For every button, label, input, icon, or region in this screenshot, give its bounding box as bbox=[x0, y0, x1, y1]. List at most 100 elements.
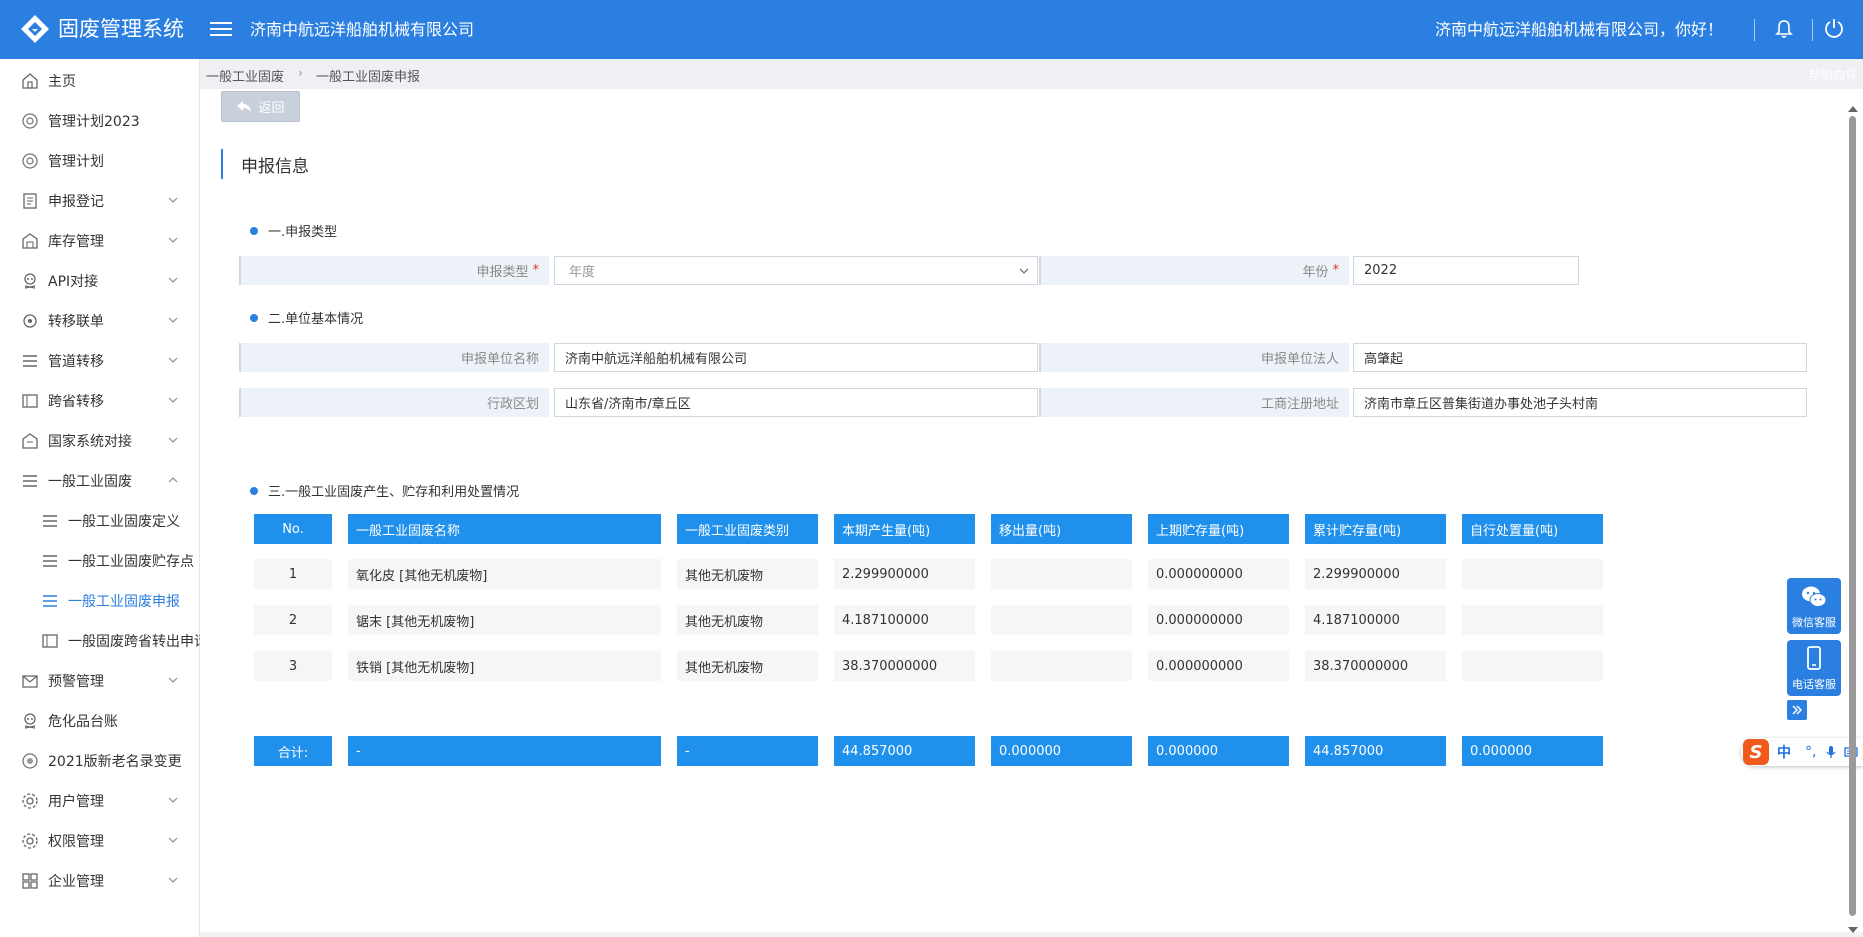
sidebar-item-plan-2023[interactable]: 管理计划2023 bbox=[0, 101, 200, 141]
table-cell bbox=[1462, 559, 1603, 589]
plan-icon bbox=[20, 151, 40, 171]
table-cell: 1 bbox=[254, 559, 332, 589]
microphone-icon[interactable] bbox=[1824, 745, 1838, 759]
home-icon bbox=[20, 71, 40, 91]
table-cell bbox=[1462, 605, 1603, 635]
sidebar-item-general-waste[interactable]: 一般工业固废 bbox=[0, 461, 200, 501]
region-field[interactable]: 山东省/济南市/章丘区 bbox=[554, 388, 1038, 417]
table-cell: 氧化皮 [其他无机废物] bbox=[348, 559, 661, 589]
menu-toggle-icon[interactable] bbox=[210, 18, 232, 40]
table-header: 一般工业固废名称 bbox=[348, 514, 661, 544]
table-cell bbox=[991, 559, 1132, 589]
sidebar-item-pipeline[interactable]: 管道转移 bbox=[0, 341, 200, 381]
phone-icon bbox=[1807, 646, 1821, 670]
ime-toolbar[interactable]: S 中 °, bbox=[1741, 738, 1863, 766]
sidebar-item-transfer[interactable]: 转移联单 bbox=[0, 301, 200, 341]
table-total-cell: 0.000000 bbox=[1148, 736, 1289, 766]
chevron-down-icon bbox=[168, 677, 178, 683]
list-icon bbox=[40, 551, 60, 571]
chevron-down-icon bbox=[168, 397, 178, 403]
scroll-thumb[interactable] bbox=[1849, 116, 1856, 916]
list-icon bbox=[40, 511, 60, 531]
chevron-down-icon bbox=[168, 317, 178, 323]
grid-icon bbox=[20, 871, 40, 891]
report-type-select[interactable]: 年度 bbox=[554, 256, 1038, 285]
sidebar-item-catalog-change[interactable]: 2021版新老名录变更 bbox=[0, 741, 200, 781]
table-total-cell: 0.000000 bbox=[991, 736, 1132, 766]
table-cell: 铁销 [其他无机废物] bbox=[348, 651, 661, 681]
ime-punctuation-toggle[interactable]: °, bbox=[1805, 744, 1816, 760]
sidebar-item-cross-province[interactable]: 跨省转移 bbox=[0, 381, 200, 421]
address-label: 工商注册地址 bbox=[1039, 388, 1349, 417]
table-cell: 2 bbox=[254, 605, 332, 635]
logo-icon bbox=[21, 15, 49, 43]
wechat-service-button[interactable]: 微信客服 bbox=[1787, 578, 1841, 634]
ime-logo-icon[interactable]: S bbox=[1743, 739, 1769, 765]
wechat-icon bbox=[1802, 586, 1827, 607]
back-arrow-icon bbox=[237, 100, 252, 112]
year-field[interactable]: 2022 bbox=[1353, 256, 1579, 285]
section-accent bbox=[221, 149, 223, 179]
address-field[interactable]: 济南市章丘区普集街道办事处池子头村南 bbox=[1353, 388, 1807, 417]
table-cell: 锯末 [其他无机废物] bbox=[348, 605, 661, 635]
sidebar-item-home[interactable]: 主页 bbox=[0, 61, 200, 101]
table-header: 上期贮存量(吨) bbox=[1148, 514, 1289, 544]
table-total-cell: - bbox=[677, 736, 818, 766]
chevron-down-icon bbox=[168, 277, 178, 283]
sidebar-item-waste-definition[interactable]: 一般工业固废定义 bbox=[0, 501, 200, 541]
bullet-icon bbox=[250, 226, 258, 235]
sidebar-item-cross-province-apply[interactable]: 一般固废跨省转出申请 bbox=[0, 621, 200, 661]
top-header: 固废管理系统 济南中航远洋船舶机械有限公司 济南中航远洋船舶机械有限公司，你好！ bbox=[0, 0, 1863, 59]
mail-icon bbox=[20, 671, 40, 691]
national-icon bbox=[20, 431, 40, 451]
sidebar-item-warning[interactable]: 预警管理 bbox=[0, 661, 200, 701]
chevron-down-icon bbox=[168, 197, 178, 203]
gear-icon bbox=[20, 791, 40, 811]
vertical-scrollbar[interactable] bbox=[1847, 106, 1859, 933]
sidebar-item-plan[interactable]: 管理计划 bbox=[0, 141, 200, 181]
back-button[interactable]: 返回 bbox=[221, 91, 300, 122]
scroll-up-icon[interactable] bbox=[1848, 106, 1858, 112]
help-guide-link[interactable]: 帮助向导 bbox=[1809, 66, 1857, 83]
table-cell: 38.370000000 bbox=[1305, 651, 1446, 681]
expand-float-button[interactable] bbox=[1787, 700, 1807, 720]
sidebar-item-national[interactable]: 国家系统对接 bbox=[0, 421, 200, 461]
sidebar-item-enterprise[interactable]: 企业管理 bbox=[0, 861, 200, 901]
section-title: 申报信息 bbox=[241, 157, 309, 177]
chevron-down-icon bbox=[168, 797, 178, 803]
bullet-icon bbox=[250, 313, 258, 322]
cross-province-icon bbox=[20, 391, 40, 411]
ime-mode-toggle[interactable]: 中 bbox=[1777, 742, 1791, 762]
sidebar-item-inventory[interactable]: 库存管理 bbox=[0, 221, 200, 261]
transfer-icon bbox=[20, 311, 40, 331]
sidebar-item-hazard-ledger[interactable]: 危化品台账 bbox=[0, 701, 200, 741]
unit-name-field[interactable]: 济南中航远洋船舶机械有限公司 bbox=[554, 343, 1038, 372]
power-icon[interactable] bbox=[1823, 17, 1845, 39]
subsection-title: 二.单位基本情况 bbox=[250, 308, 363, 327]
table-total-cell: 44.857000 bbox=[1305, 736, 1446, 766]
legal-person-field[interactable]: 高肇起 bbox=[1353, 343, 1807, 372]
scroll-down-icon[interactable] bbox=[1848, 927, 1858, 933]
sidebar-item-waste-declare[interactable]: 一般工业固废申报 bbox=[0, 581, 200, 621]
table-cell: 2.299900000 bbox=[1305, 559, 1446, 589]
phone-service-button[interactable]: 电话客服 bbox=[1787, 640, 1841, 696]
sidebar-item-api[interactable]: API对接 bbox=[0, 261, 200, 301]
table-cell: 其他无机废物 bbox=[677, 605, 818, 635]
table-cell: 其他无机废物 bbox=[677, 559, 818, 589]
table-cell: 3 bbox=[254, 651, 332, 681]
main-content: 返回 申报信息 一.申报类型 申报类型 * 年度 年份 * 2022 二.单位基本情… bbox=[200, 89, 1863, 932]
list-icon bbox=[20, 351, 40, 371]
sidebar-item-declare[interactable]: 申报登记 bbox=[0, 181, 200, 221]
header-divider bbox=[1812, 19, 1813, 41]
table-cell: 4.187100000 bbox=[834, 605, 975, 635]
table-cell: 4.187100000 bbox=[1305, 605, 1446, 635]
sidebar-item-user-mgmt[interactable]: 用户管理 bbox=[0, 781, 200, 821]
app-title: 固废管理系统 bbox=[58, 17, 184, 41]
bell-icon[interactable] bbox=[1773, 18, 1795, 40]
year-label: 年份 * bbox=[1039, 256, 1349, 285]
sidebar-item-storage-point[interactable]: 一般工业固废贮存点 bbox=[0, 541, 200, 581]
breadcrumb-item[interactable]: 一般工业固废 bbox=[206, 66, 284, 85]
sidebar-item-permission[interactable]: 权限管理 bbox=[0, 821, 200, 861]
declare-icon bbox=[20, 191, 40, 211]
warehouse-icon bbox=[20, 231, 40, 251]
